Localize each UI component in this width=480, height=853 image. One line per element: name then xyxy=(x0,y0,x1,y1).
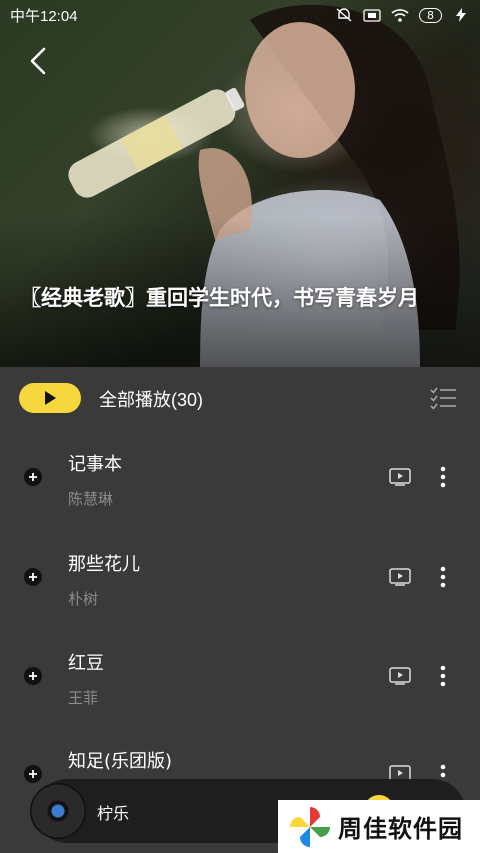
song-title: 知足(乐团版) xyxy=(68,750,173,772)
watermark: 周佳软件园 xyxy=(278,800,480,853)
charging-icon xyxy=(452,8,470,22)
status-bar: 中午12:04 8 xyxy=(0,0,480,30)
play-all-button[interactable] xyxy=(19,383,81,413)
add-icon[interactable] xyxy=(24,567,42,586)
watermark-text: 周佳软件园 xyxy=(338,815,463,843)
add-icon[interactable] xyxy=(24,764,42,783)
song-row[interactable]: 红豆 王菲 xyxy=(0,628,480,728)
sim-icon xyxy=(363,8,381,22)
song-artist: 王菲 xyxy=(68,689,99,707)
more-icon[interactable] xyxy=(438,566,448,588)
status-icons: 8 xyxy=(335,7,470,23)
status-time: 中午12:04 xyxy=(10,7,78,25)
add-icon[interactable] xyxy=(24,667,42,685)
back-button[interactable] xyxy=(22,45,54,77)
play-icon xyxy=(45,391,56,405)
multiselect-icon[interactable] xyxy=(429,386,457,410)
more-icon[interactable] xyxy=(438,466,448,488)
song-title: 那些花儿 xyxy=(68,553,140,575)
song-title: 红豆 xyxy=(68,653,104,674)
song-artist: 朴树 xyxy=(68,589,99,608)
now-playing-title[interactable]: 柠乐 xyxy=(97,800,129,824)
album-disc-icon[interactable] xyxy=(30,783,86,839)
song-title: 记事本 xyxy=(68,454,122,475)
chevron-left-icon xyxy=(30,47,46,75)
song-artist: 陈慧琳 xyxy=(68,490,114,508)
song-list: 记事本 陈慧琳 那些花儿 朴树 红豆 王菲 知足(乐团版) xyxy=(0,429,480,827)
more-icon[interactable] xyxy=(438,665,448,687)
mv-icon[interactable] xyxy=(389,468,411,486)
mute-icon xyxy=(335,8,353,22)
add-icon[interactable] xyxy=(24,468,42,486)
wifi-icon xyxy=(391,8,409,22)
song-row[interactable]: 记事本 陈慧琳 xyxy=(0,429,480,529)
pinwheel-logo-icon xyxy=(290,806,330,847)
mv-icon[interactable] xyxy=(389,667,411,685)
battery-icon: 8 xyxy=(419,7,442,23)
mv-icon[interactable] xyxy=(389,567,411,586)
song-row[interactable]: 那些花儿 朴树 xyxy=(0,529,480,629)
play-all-label[interactable]: 全部播放(30) xyxy=(99,386,203,412)
play-all-row: 全部播放(30) xyxy=(0,367,480,429)
playlist-title: 〖经典老歌〗重回学生时代，书写青春岁月 xyxy=(20,286,419,310)
